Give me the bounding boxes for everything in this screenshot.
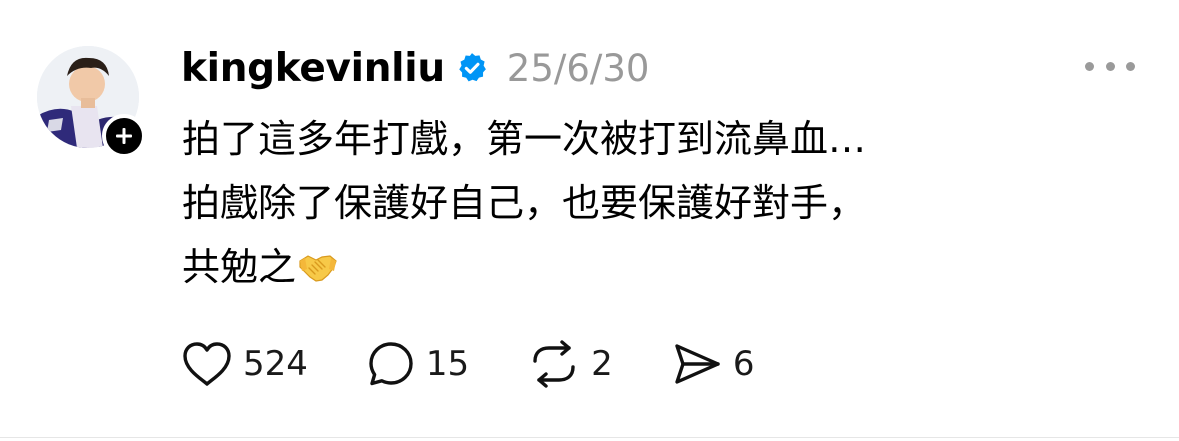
post-actions: 524 15 2 6: [181, 336, 812, 392]
comment-button[interactable]: 15: [366, 339, 469, 389]
username[interactable]: kingkevinliu: [181, 46, 445, 91]
divider: [0, 437, 1179, 438]
send-icon: [675, 344, 720, 384]
post-timestamp[interactable]: 25/6/30: [507, 47, 650, 90]
post-text-line: 拍了這多年打戲，第一次被打到流鼻血…: [182, 117, 867, 161]
plus-icon: [116, 128, 132, 144]
post-header: kingkevinliu 25/6/30: [181, 40, 649, 96]
post-body: 拍了這多年打戲，第一次被打到流鼻血… 拍戲除了保護好自己，也要保護好對手， 共勉…: [182, 107, 1142, 299]
more-horizontal-icon: [1085, 61, 1094, 71]
repost-icon: [533, 340, 575, 388]
like-count: 524: [243, 344, 308, 384]
repost-count: 2: [591, 344, 613, 384]
verified-badge-icon: [459, 53, 486, 82]
share-count: 6: [732, 344, 755, 384]
heart-icon: [183, 342, 231, 386]
handshake-emoji: [299, 255, 337, 282]
comment-count: 15: [425, 344, 470, 384]
repost-button[interactable]: 2: [527, 339, 613, 389]
share-button[interactable]: 6: [671, 339, 755, 389]
post-text-line: 拍戲除了保護好自己，也要保護好對手，: [182, 181, 867, 225]
like-button[interactable]: 524: [181, 340, 308, 388]
more-options-button[interactable]: [1085, 55, 1135, 77]
follow-button[interactable]: [102, 114, 146, 158]
avatar-container[interactable]: [37, 46, 146, 158]
post-text-line: 共勉之: [182, 235, 1142, 299]
comment-bubble-icon: [369, 342, 413, 386]
